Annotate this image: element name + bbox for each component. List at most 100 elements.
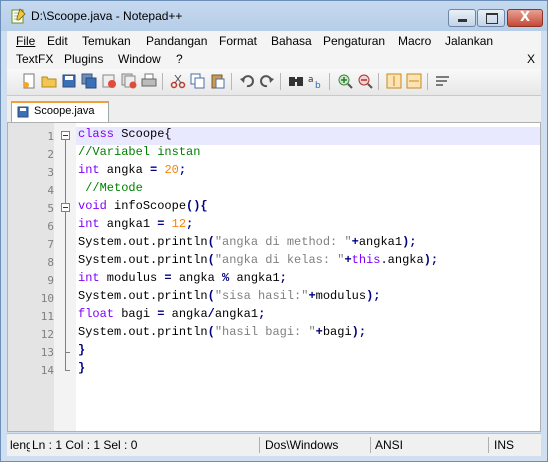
redo-icon[interactable] [259,73,275,89]
menu-temukan[interactable]: Temukan [82,34,131,48]
maximize-button[interactable] [477,9,505,27]
code-token: int [78,163,100,177]
line-number: 8 [47,256,54,269]
paste-icon[interactable] [210,73,226,89]
menu-help[interactable]: ? [176,52,183,66]
code-line[interactable]: } [78,361,85,379]
status-language: leng [10,438,30,452]
status-encoding: ANSI [375,438,404,452]
zoom-out-icon[interactable] [357,73,373,89]
fold-guide-line [65,212,66,370]
wrap-icon[interactable] [435,73,451,89]
status-cursor-position: Ln : 1 Col : 1 Sel : 0 [32,438,138,452]
tab-label: Scoope.java [34,105,95,117]
window-title: D:\Scoope.java - Notepad++ [31,9,183,23]
toolbar-separator [231,73,232,90]
code-token: this [351,253,381,267]
code-token: angka [171,271,223,285]
code-token: //Metode [78,181,143,195]
code-token: ; [279,271,287,285]
fold-toggle-icon[interactable] [61,131,70,140]
menu-format[interactable]: Format [219,34,257,48]
menu-textfx[interactable]: TextFX [16,52,53,66]
code-line[interactable]: System.out.println("hasil bagi: "+bagi); [78,325,366,343]
code-token: System.out.println [78,325,208,339]
zoom-in-icon[interactable] [337,73,353,89]
menu-bahasa[interactable]: Bahasa [271,34,312,48]
code-line[interactable]: void infoScoope(){ [78,199,208,217]
code-token: int [78,271,100,285]
close-all-icon[interactable] [121,73,137,89]
line-number: 7 [47,238,54,251]
line-number: 12 [40,328,54,341]
open-icon[interactable] [41,73,57,89]
menu-window[interactable]: Window [118,52,161,66]
fold-toggle-icon[interactable] [61,203,70,212]
fold-margin[interactable] [54,123,76,431]
cut-icon[interactable] [170,73,186,89]
code-token: ); [366,289,381,303]
toolbar-separator [280,73,281,90]
code-line[interactable]: System.out.println("sisa hasil:"+modulus… [78,289,380,307]
notepadpp-window: D:\Scoope.java - Notepad++ X File Edit T… [0,0,548,462]
svg-text:b: b [315,81,321,89]
status-bar: leng Ln : 1 Col : 1 Sel : 0 Dos\Windows … [7,433,541,456]
code-token: / [207,307,215,321]
code-line[interactable]: } [78,343,85,361]
code-token: ( [207,235,215,249]
line-number: 9 [47,274,54,287]
code-token: infoScoope [106,199,187,213]
status-separator [488,437,489,453]
print-icon[interactable] [141,73,157,89]
menu-jalankan[interactable]: Jalankan [445,34,493,48]
sync-v-icon[interactable] [386,73,402,89]
line-number: 14 [40,364,54,377]
tab-scoope-java[interactable]: Scoope.java [11,101,109,122]
toolbar: ab [7,69,541,96]
replace-icon[interactable]: ab [308,73,324,89]
code-token: .angka [380,253,424,267]
code-token: System.out.println [78,289,208,303]
code-token: 20 [164,163,179,177]
code-token: System.out.println [78,253,208,267]
line-number: 2 [47,148,54,161]
sync-h-icon[interactable] [406,73,422,89]
code-line[interactable]: float bagi = angka/angka1; [78,307,265,325]
title-bar[interactable]: D:\Scoope.java - Notepad++ X [1,1,547,31]
code-line[interactable]: int angka = 20; [78,163,186,181]
code-line[interactable]: int angka1 = 12; [78,217,193,235]
code-token: void [78,199,107,213]
close-document-button[interactable]: X [527,52,535,66]
find-icon[interactable] [288,73,304,89]
close-icon[interactable] [101,73,117,89]
save-all-icon[interactable] [81,73,97,89]
menu-pengaturan[interactable]: Pengaturan [323,34,385,48]
code-line[interactable]: System.out.println("angka di method: "+a… [78,235,416,253]
code-token: float [78,307,115,321]
code-editor[interactable]: 1 2 3 4 5 6 7 8 9 10 11 12 13 14 class Scoope{//Varia… [7,122,541,432]
code-line[interactable]: class Scoope{ [78,127,172,145]
code-line[interactable]: //Variabel instan [78,145,200,163]
menu-plugins[interactable]: Plugins [64,52,103,66]
menu-pandangan[interactable]: Pandangan [146,34,207,48]
minimize-button[interactable] [448,9,476,27]
menu-bar: File Edit Temukan Pandangan Format Bahas… [7,31,541,69]
code-line[interactable]: //Metode [78,181,143,199]
code-token: int [78,217,100,231]
code-token: angka [164,307,208,321]
code-token: + [315,325,323,339]
copy-icon[interactable] [190,73,206,89]
menu-edit[interactable]: Edit [47,34,68,48]
save-icon[interactable] [61,73,77,89]
menu-macro[interactable]: Macro [398,34,431,48]
undo-icon[interactable] [239,73,255,89]
code-line[interactable]: int modulus = angka % angka1; [78,271,287,289]
code-token: angka [99,163,151,177]
menu-file[interactable]: File [16,34,35,48]
new-icon[interactable] [21,73,37,89]
code-line[interactable]: System.out.println("angka di kelas: "+th… [78,253,438,271]
code-token: modulus [99,271,165,285]
close-button[interactable]: X [507,9,543,27]
code-token: modulus [315,289,367,303]
